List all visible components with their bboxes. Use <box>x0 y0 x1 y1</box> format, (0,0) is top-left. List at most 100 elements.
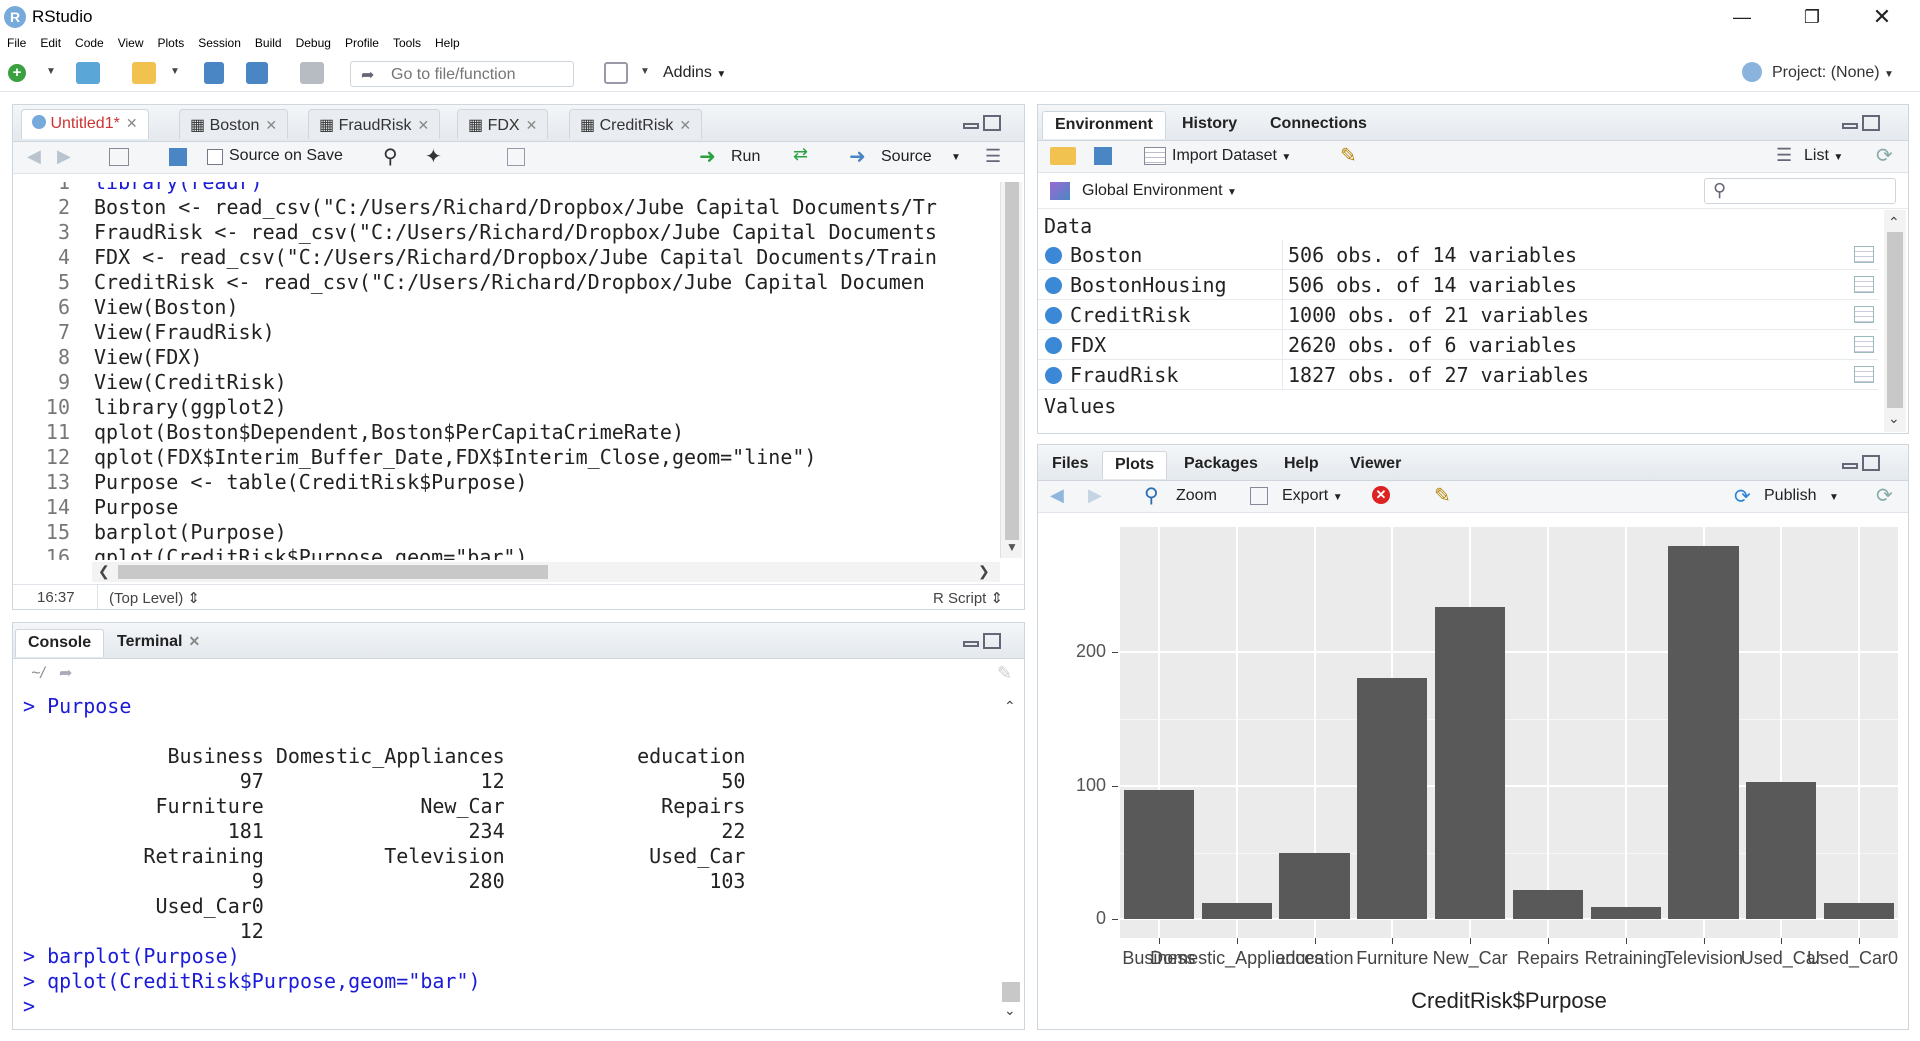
forward-arrow-icon[interactable]: ▶ <box>57 146 71 167</box>
minimize-icon[interactable]: — <box>1712 0 1772 34</box>
tab-fraudrisk[interactable]: ▦ FraudRisk ✕ <box>308 109 441 139</box>
scrollbar-thumb[interactable] <box>1005 182 1019 540</box>
scope-select[interactable]: Global Environment ▼ <box>1082 182 1237 200</box>
tab-plots[interactable]: Plots <box>1102 451 1168 479</box>
scroll-left-icon[interactable]: ❮ <box>98 563 110 580</box>
magic-wand-icon[interactable]: ✦ <box>425 144 442 169</box>
environment-row[interactable]: FraudRisk 1827 obs. of 27 variables <box>1038 360 1878 390</box>
close-icon[interactable]: ✕ <box>189 633 201 649</box>
close-icon[interactable]: ✕ <box>265 117 277 133</box>
chevron-down-icon[interactable]: ▼ <box>46 66 56 77</box>
publish-button[interactable]: Publish ▼ <box>1764 487 1839 505</box>
view-data-icon[interactable] <box>1854 366 1874 383</box>
pane-minmax-icon[interactable] <box>1842 453 1882 473</box>
menu-tools[interactable]: Tools <box>386 34 428 52</box>
forward-arrow-icon[interactable]: ▶ <box>1088 485 1102 506</box>
back-arrow-icon[interactable]: ◀ <box>27 146 41 167</box>
refresh-icon[interactable]: ⟳ <box>1876 483 1893 508</box>
source-button[interactable]: Source <box>881 148 932 166</box>
goto-file-input[interactable] <box>391 66 571 84</box>
open-folder-icon[interactable] <box>132 62 156 84</box>
broom-icon[interactable]: ✎ <box>1340 143 1357 168</box>
scroll-down-icon[interactable]: ⌄ <box>1004 1002 1016 1019</box>
project-menu[interactable]: Project: (None) ▼ <box>1772 64 1894 82</box>
tab-connections[interactable]: Connections <box>1258 111 1379 139</box>
close-icon[interactable]: ✕ <box>526 117 538 133</box>
chevron-down-icon[interactable]: ▼ <box>170 66 180 77</box>
view-data-icon[interactable] <box>1854 306 1874 323</box>
search-icon[interactable]: ⚲ <box>383 144 398 169</box>
expand-icon[interactable] <box>1045 367 1062 384</box>
zoom-button[interactable]: Zoom <box>1176 487 1217 505</box>
view-data-icon[interactable] <box>1854 336 1874 353</box>
environment-scrollbar[interactable]: ⌃ ⌄ <box>1884 210 1906 432</box>
new-file-icon[interactable]: + <box>8 64 26 82</box>
refresh-icon[interactable]: ⟳ <box>1876 143 1893 168</box>
save-icon[interactable] <box>204 62 224 84</box>
menu-session[interactable]: Session <box>191 34 248 52</box>
tab-boston[interactable]: ▦ Boston ✕ <box>179 109 289 139</box>
scroll-up-icon[interactable]: ⌃ <box>1888 214 1900 231</box>
close-icon[interactable]: ✕ <box>679 117 691 133</box>
menu-file[interactable]: File <box>0 34 33 52</box>
tab-viewer[interactable]: Viewer <box>1338 451 1413 479</box>
new-project-icon[interactable] <box>76 62 100 84</box>
tab-creditrisk[interactable]: ▦ CreditRisk ✕ <box>569 109 703 139</box>
tab-environment[interactable]: Environment <box>1042 111 1166 139</box>
close-icon[interactable]: ✕ <box>126 115 138 131</box>
grid-layout-icon[interactable] <box>604 62 628 84</box>
save-all-icon[interactable] <box>246 62 268 84</box>
menu-debug[interactable]: Debug <box>289 34 338 52</box>
editor-horizontal-scrollbar[interactable]: ❮ ❯ <box>92 562 1000 582</box>
scroll-down-icon[interactable]: ▼ <box>1006 540 1018 554</box>
restore-icon[interactable]: ❐ <box>1782 0 1842 34</box>
menu-plots[interactable]: Plots <box>151 34 192 52</box>
scroll-up-icon[interactable]: ⌃ <box>1004 698 1016 715</box>
scroll-down-icon[interactable]: ⌄ <box>1888 410 1900 427</box>
save-icon[interactable] <box>169 148 187 166</box>
console-scrollbar[interactable]: ⌃ ⌄ <box>1000 690 1022 1026</box>
environment-search[interactable]: ⚲ <box>1704 178 1896 204</box>
run-button[interactable]: Run <box>731 148 760 166</box>
view-data-icon[interactable] <box>1854 276 1874 293</box>
scrollbar-thumb[interactable] <box>1002 982 1020 1002</box>
menu-help[interactable]: Help <box>428 34 467 52</box>
chevron-down-icon[interactable]: ▼ <box>640 66 650 77</box>
expand-icon[interactable] <box>1045 247 1062 264</box>
tab-help[interactable]: Help <box>1272 451 1331 479</box>
remove-plot-icon[interactable]: ✕ <box>1372 486 1390 504</box>
chevron-down-icon[interactable]: ▼ <box>951 152 961 163</box>
tab-files[interactable]: Files <box>1040 451 1100 479</box>
expand-icon[interactable] <box>1045 307 1062 324</box>
code-editor[interactable]: 1 library(readr) 2 Boston <- read_csv("C:/… <box>12 182 1000 560</box>
file-type-selector[interactable]: R Script ⇕ <box>933 589 1003 607</box>
console-output[interactable]: > Purpose Business Domestic_Appliances e… <box>13 690 997 1022</box>
tab-untitled1[interactable]: Untitled1* ✕ <box>21 109 149 139</box>
addins-menu[interactable]: Addins ▼ <box>663 64 726 82</box>
menu-edit[interactable]: Edit <box>33 34 68 52</box>
goto-file-box[interactable]: ➦ <box>350 61 574 87</box>
goto-dir-icon[interactable]: ➦ <box>59 663 72 683</box>
import-dataset-button[interactable]: Import Dataset ▼ <box>1172 147 1291 165</box>
menu-build[interactable]: Build <box>248 34 289 52</box>
menu-view[interactable]: View <box>111 34 151 52</box>
compile-report-icon[interactable] <box>507 148 525 166</box>
tab-terminal[interactable]: Terminal ✕ <box>105 629 212 657</box>
show-in-window-icon[interactable] <box>109 148 129 166</box>
broom-icon[interactable]: ✎ <box>997 663 1012 684</box>
environment-row[interactable]: CreditRisk 1000 obs. of 21 variables <box>1038 300 1878 330</box>
load-workspace-icon[interactable] <box>1050 147 1076 165</box>
view-mode-select[interactable]: List ▼ <box>1804 147 1843 165</box>
environment-row[interactable]: FDX 2620 obs. of 6 variables <box>1038 330 1878 360</box>
export-button[interactable]: Export ▼ <box>1282 487 1343 505</box>
tab-history[interactable]: History <box>1170 111 1249 139</box>
rerun-icon[interactable]: ⇄ <box>793 144 808 165</box>
close-icon[interactable]: ✕ <box>1852 0 1912 34</box>
close-icon[interactable]: ✕ <box>417 117 429 133</box>
scrollbar-thumb[interactable] <box>118 565 548 579</box>
scope-selector[interactable]: (Top Level) ⇕ <box>109 589 200 607</box>
tab-packages[interactable]: Packages <box>1172 451 1270 479</box>
view-data-icon[interactable] <box>1854 246 1874 263</box>
editor-vertical-scrollbar[interactable]: ▼ <box>1000 182 1022 558</box>
pane-minmax-icon[interactable] <box>963 113 1003 133</box>
